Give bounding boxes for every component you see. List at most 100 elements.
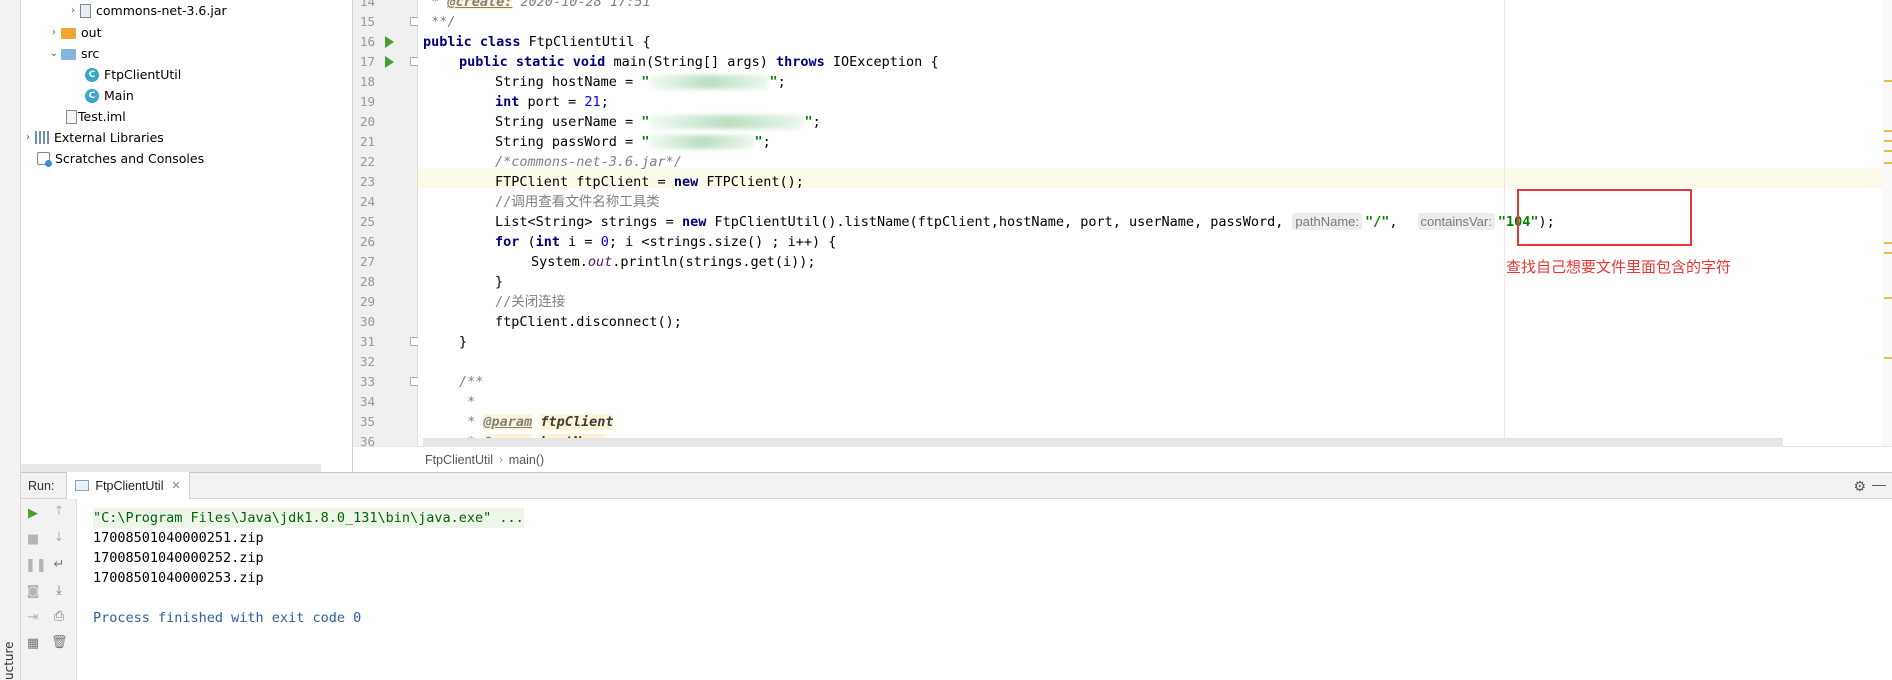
error-stripe[interactable]: [1882, 0, 1892, 446]
chevron-right-icon[interactable]: ›: [21, 127, 35, 148]
code-line-26: for (int i = 0; i <strings.size() ; i++)…: [495, 234, 837, 250]
trash-icon[interactable]: 🗑: [51, 635, 68, 651]
chevron-right-icon[interactable]: ›: [66, 0, 80, 21]
editor-horizontal-scrollbar[interactable]: [423, 438, 1783, 446]
arrow-up-icon[interactable]: ↑: [51, 504, 67, 520]
minimize-icon[interactable]: —: [1872, 476, 1886, 492]
tree-item-main[interactable]: C Main: [85, 85, 134, 106]
left-tool-strip: ucture: [0, 0, 21, 680]
code-line-31: }: [459, 334, 468, 350]
chevron-right-icon: ›: [499, 453, 503, 466]
line-number: 32: [359, 354, 375, 369]
stripe-marker[interactable]: [1884, 80, 1892, 82]
code-line-28: }: [495, 274, 504, 290]
close-icon[interactable]: ✕: [171, 479, 180, 492]
code-line-22: /*commons-net-3.6.jar*/: [495, 154, 682, 170]
code-line-29: //关闭连接: [495, 294, 566, 310]
layout-icon[interactable]: ▦: [25, 636, 41, 652]
code-line-35: * @param ftpClient: [459, 414, 614, 430]
soft-wrap-icon[interactable]: ↵: [51, 557, 67, 573]
line-number: 18: [359, 74, 375, 89]
line-number: 14: [359, 0, 375, 9]
annotation-note: 查找自己想要文件里面包含的字符: [1506, 258, 1732, 276]
code-line-18: String hostName = " ";: [495, 74, 786, 90]
console-output[interactable]: "C:\Program Files\Java\jdk1.8.0_131\bin\…: [77, 499, 1892, 680]
code-editor[interactable]: * @create: 2020-10-28 17:51 **/ public c…: [418, 0, 1892, 446]
tree-item-label: out: [81, 25, 102, 40]
line-number: 19: [359, 94, 375, 109]
tree-item-label: Scratches and Consoles: [55, 151, 205, 166]
code-line-27: System.out.println(strings.get(i));: [531, 254, 816, 270]
stripe-marker[interactable]: [1884, 252, 1892, 254]
stop-icon[interactable]: ■: [25, 532, 41, 548]
chevron-right-icon[interactable]: ›: [47, 22, 61, 43]
code-line-25: List<String> strings = new FtpClientUtil…: [495, 213, 1555, 230]
chevron-down-icon[interactable]: ⌄: [47, 43, 61, 64]
run-toolbar: ▶ ↑ ■ ↓ ❚❚ ↵ ◙ ⤓ ⇥ ⎙ ▦ 🗑: [21, 499, 77, 680]
rerun-icon[interactable]: ▶: [25, 506, 41, 522]
code-line-15: **/: [423, 14, 456, 30]
tree-item-label: Main: [104, 88, 134, 103]
console-line: 17008501040000251.zip: [93, 530, 264, 546]
tree-item-ftpclientutil[interactable]: C FtpClientUtil: [85, 64, 181, 85]
stripe-marker[interactable]: [1884, 357, 1892, 359]
code-line-33: /**: [459, 374, 484, 390]
login-icon[interactable]: ⇥: [25, 610, 41, 626]
code-line-23: FTPClient ftpClient = new FTPClient();: [495, 174, 804, 190]
libraries-icon: [35, 131, 49, 144]
run-panel-header: Run: FtpClientUtil ✕ ⚙ —: [21, 472, 1892, 499]
code-line-16: public class FtpClientUtil {: [423, 34, 651, 50]
stripe-marker[interactable]: [1884, 162, 1892, 164]
code-line-21: String passWord = " ";: [495, 134, 771, 150]
gear-icon[interactable]: ⚙: [1853, 478, 1866, 495]
annotation-highlight-box: [1517, 189, 1692, 246]
tree-item-test-iml[interactable]: Test.iml: [66, 106, 126, 127]
arrow-down-icon[interactable]: ↓: [51, 530, 67, 546]
run-tab-label: FtpClientUtil: [95, 478, 164, 493]
line-number: 33: [359, 374, 375, 389]
redacted-value: [649, 75, 770, 89]
pause-icon[interactable]: ❚❚: [25, 558, 47, 574]
console-line-exit: Process finished with exit code 0: [93, 610, 362, 626]
stripe-marker[interactable]: [1884, 242, 1892, 244]
code-line-19: int port = 21;: [495, 94, 609, 110]
tree-item-commons-net-jar[interactable]: › commons-net-3.6.jar: [66, 0, 227, 21]
tree-item-label: External Libraries: [54, 130, 164, 145]
line-number: 21: [359, 134, 375, 149]
line-number: 26: [359, 234, 375, 249]
editor-gutter[interactable]: 14 15 16 17 18 19 20 21 22 23 24 25 26 2…: [353, 0, 419, 449]
tree-horizontal-scrollbar[interactable]: [21, 464, 321, 472]
print-icon[interactable]: ⎙: [51, 609, 67, 625]
tree-item-out[interactable]: › out: [47, 22, 101, 43]
line-number: 30: [359, 314, 375, 329]
param-hint-pathname: pathName:: [1292, 213, 1362, 230]
line-number: 20: [359, 114, 375, 129]
tree-item-label: commons-net-3.6.jar: [96, 3, 227, 18]
iml-file-icon: [66, 109, 77, 124]
run-main-icon[interactable]: [385, 56, 394, 68]
project-tree: › commons-net-3.6.jar › out ⌄ src C FtpC…: [21, 0, 353, 472]
tree-item-scratches[interactable]: Scratches and Consoles: [37, 148, 204, 169]
scroll-to-end-icon[interactable]: ⤓: [51, 583, 67, 599]
structure-tool-tab[interactable]: ucture: [2, 640, 18, 680]
stripe-marker[interactable]: [1884, 297, 1892, 299]
run-class-icon[interactable]: [385, 36, 394, 48]
breadcrumb-method[interactable]: main(): [509, 453, 544, 467]
camera-icon[interactable]: ◙: [25, 584, 41, 600]
breadcrumb-class[interactable]: FtpClientUtil: [425, 453, 493, 467]
line-number: 23: [359, 174, 375, 189]
stripe-marker[interactable]: [1884, 140, 1892, 142]
stripe-marker[interactable]: [1884, 130, 1892, 132]
code-line-17: public static void main(String[] args) t…: [459, 54, 939, 70]
class-icon: C: [85, 67, 99, 82]
run-panel-label: Run:: [28, 478, 55, 493]
run-tab-ftpclientutil[interactable]: FtpClientUtil ✕: [66, 472, 190, 499]
stripe-marker[interactable]: [1884, 150, 1892, 152]
line-number: 16: [359, 34, 375, 49]
line-number: 27: [359, 254, 375, 269]
tree-item-src[interactable]: ⌄ src: [47, 43, 99, 64]
line-number: 35: [359, 414, 375, 429]
line-number: 29: [359, 294, 375, 309]
tree-item-external-libraries[interactable]: › External Libraries: [21, 127, 164, 148]
code-line-20: String userName = " ";: [495, 114, 821, 130]
